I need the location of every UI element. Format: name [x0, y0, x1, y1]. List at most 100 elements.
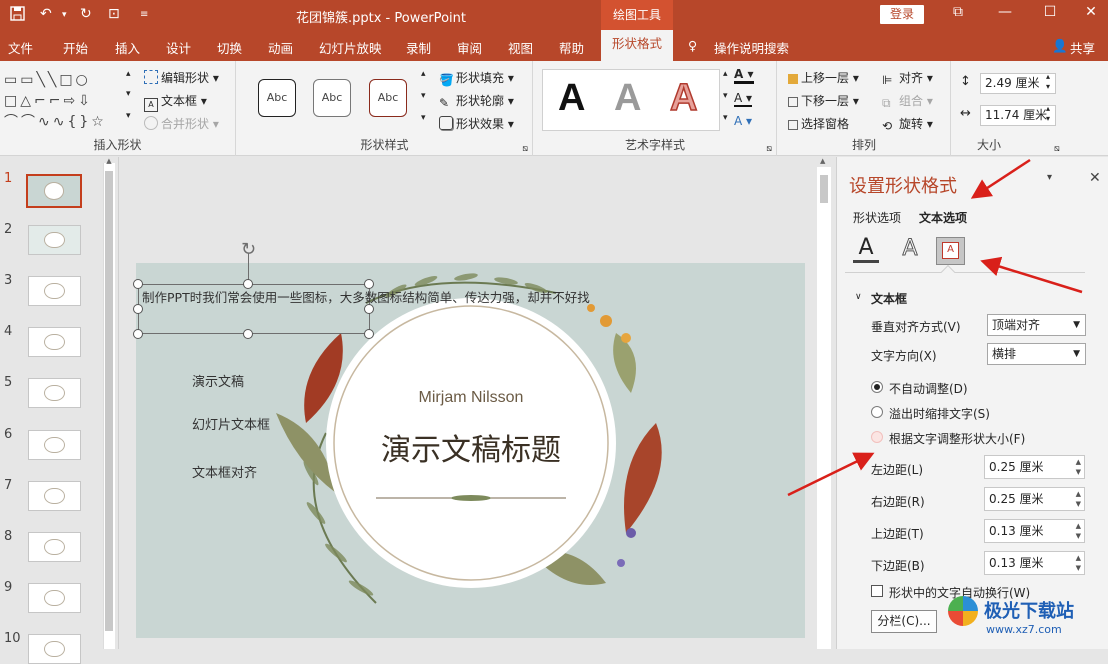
resize-handle-right[interactable]: [364, 304, 374, 314]
spinner-icon[interactable]: ▲ ▼: [1076, 553, 1081, 573]
text-box-button[interactable]: A 文本框 ▾: [144, 92, 207, 112]
slide-list-item-3[interactable]: 文本框对齐: [192, 462, 257, 481]
wordart-style-red[interactable]: A: [669, 76, 698, 120]
merge-shapes-button[interactable]: 合并形状 ▾: [144, 115, 219, 132]
style-gallery-up-icon[interactable]: ▴: [421, 69, 426, 79]
resize-handle-bottom[interactable]: [243, 329, 253, 339]
slide-title[interactable]: 演示文稿标题: [350, 425, 592, 469]
resize-handle-top-left[interactable]: [133, 279, 143, 289]
edit-shape-button[interactable]: 编辑形状 ▾: [144, 69, 219, 86]
save-icon[interactable]: [10, 6, 25, 25]
wordart-gallery-more-icon[interactable]: ▾: [723, 113, 728, 123]
radio-no-autofit-label[interactable]: 不自动调整(D): [889, 380, 968, 397]
tab-file[interactable]: 文件: [8, 38, 33, 57]
customize-toolbar-icon[interactable]: ≡: [140, 9, 148, 20]
vertical-alignment-select[interactable]: 顶端对齐 ▼: [987, 314, 1086, 336]
text-fill-outline-icon[interactable]: A: [853, 237, 879, 263]
align-button[interactable]: ⊫ 对齐 ▾: [882, 69, 933, 87]
tell-me-search[interactable]: 操作说明搜索: [714, 38, 789, 57]
scroll-up-icon[interactable]: ▲: [104, 157, 114, 165]
minimize-icon[interactable]: —: [990, 4, 1020, 20]
tab-insert[interactable]: 插入: [115, 38, 140, 57]
shape-width-input[interactable]: 11.74 厘米: [980, 105, 1056, 126]
section-text-box[interactable]: 文本框: [871, 290, 907, 307]
spinner-icon[interactable]: ▲ ▼: [1076, 489, 1081, 509]
wordart-style-gray[interactable]: A: [614, 77, 641, 120]
text-outline-button[interactable]: A ▾: [734, 91, 753, 107]
tab-shape-options[interactable]: 形状选项: [853, 209, 901, 226]
height-spinner-icon[interactable]: ▴ ▾: [1046, 72, 1050, 92]
resize-handle-bottom-left[interactable]: [133, 329, 143, 339]
gallery-down-icon[interactable]: ▾: [126, 89, 131, 99]
tab-transitions[interactable]: 切换: [217, 38, 242, 57]
resize-handle-bottom-right[interactable]: [364, 329, 374, 339]
tab-home[interactable]: 开始: [63, 38, 88, 57]
resize-handle-top-right[interactable]: [364, 279, 374, 289]
tab-design[interactable]: 设计: [166, 38, 191, 57]
undo-icon[interactable]: ↶: [40, 6, 52, 22]
resize-handle-left[interactable]: [133, 304, 143, 314]
redo-icon[interactable]: ↻: [80, 6, 92, 22]
shape-effects-button[interactable]: 形状效果 ▾: [439, 115, 514, 132]
slide-list-item-2[interactable]: 幻灯片文本框: [192, 414, 270, 433]
canvas-scroll-up-icon[interactable]: ▲: [820, 157, 825, 165]
text-fill-button[interactable]: A ▾: [734, 67, 754, 84]
style-gallery-more-icon[interactable]: ▾: [421, 113, 426, 123]
shape-height-input[interactable]: 2.49 厘米: [980, 73, 1056, 94]
thumbnail-scroll-thumb[interactable]: [105, 171, 113, 631]
gallery-more-icon[interactable]: ▾: [126, 111, 131, 121]
slide-thumbnail[interactable]: [28, 327, 81, 357]
slide-thumbnail[interactable]: [26, 174, 82, 208]
shape-style-2[interactable]: Abc: [313, 79, 351, 117]
size-dialog-launcher-icon[interactable]: ⧅: [1054, 144, 1060, 154]
radio-resize-shape[interactable]: [871, 431, 883, 443]
left-margin-input[interactable]: 0.25 厘米 ▲ ▼: [984, 455, 1085, 479]
radio-shrink-label[interactable]: 溢出时缩排文字(S): [889, 405, 990, 422]
radio-shrink-on-overflow[interactable]: [871, 406, 883, 418]
columns-button[interactable]: 分栏(C)...: [871, 610, 937, 633]
text-box-content[interactable]: 制作PPT时我们常会使用一些图标，大多数图标结构简单、传达力强，却并不好找: [142, 287, 612, 306]
rotate-button[interactable]: ⟲ 旋转 ▾: [882, 115, 933, 133]
tab-record[interactable]: 录制: [406, 38, 431, 57]
shape-gallery[interactable]: ▭▭╲╲□○ □△⌐⌐⇨⇩ ⌒⌒∿∿{}☆: [4, 70, 124, 130]
present-from-start-icon[interactable]: ⊡: [108, 6, 120, 22]
tab-text-options[interactable]: 文本选项: [919, 209, 967, 226]
slide-thumbnail[interactable]: [28, 276, 81, 306]
top-margin-input[interactable]: 0.13 厘米 ▲ ▼: [984, 519, 1085, 543]
rotate-handle-icon[interactable]: ↻: [241, 239, 256, 260]
slide-thumbnail[interactable]: [28, 583, 81, 613]
collapse-chevron-icon[interactable]: ∨: [855, 292, 862, 302]
wrap-text-checkbox[interactable]: [871, 585, 883, 597]
text-effects-button[interactable]: A ▾: [734, 114, 752, 128]
style-gallery-down-icon[interactable]: ▾: [421, 91, 426, 101]
pane-close-icon[interactable]: ✕: [1089, 170, 1101, 186]
group-button[interactable]: ⧉ 组合 ▾: [882, 92, 933, 110]
send-backward-button[interactable]: 下移一层 ▾: [788, 92, 859, 109]
slide-list-item-1[interactable]: 演示文稿: [192, 371, 244, 390]
spinner-icon[interactable]: ▲ ▼: [1076, 521, 1081, 541]
canvas-scrollbar[interactable]: [817, 167, 831, 649]
wordart-gallery-up-icon[interactable]: ▴: [723, 69, 728, 79]
right-margin-input[interactable]: 0.25 厘米 ▲ ▼: [984, 487, 1085, 511]
shape-outline-button[interactable]: ✎ 形状轮廓 ▾: [439, 92, 514, 110]
text-effects-icon[interactable]: A: [897, 236, 923, 263]
tab-help[interactable]: 帮助: [559, 38, 584, 57]
dialog-launcher-icon[interactable]: ⧅: [522, 144, 528, 154]
shape-fill-button[interactable]: 🪣 形状填充 ▾: [439, 69, 514, 87]
slide-thumbnail[interactable]: [28, 481, 81, 511]
close-window-icon[interactable]: ✕: [1076, 4, 1106, 20]
wordart-style-black[interactable]: A: [558, 77, 585, 120]
wordart-gallery-down-icon[interactable]: ▾: [723, 91, 728, 101]
bottom-margin-input[interactable]: 0.13 厘米 ▲ ▼: [984, 551, 1085, 575]
bring-forward-button[interactable]: 上移一层 ▾: [788, 69, 859, 86]
tab-shape-format[interactable]: 形状格式: [601, 30, 673, 61]
radio-resize-label[interactable]: 根据文字调整形状大小(F): [889, 430, 1025, 447]
radio-no-autofit[interactable]: [871, 381, 883, 393]
ribbon-display-options-icon[interactable]: ⧉: [943, 4, 973, 20]
tab-review[interactable]: 审阅: [457, 38, 482, 57]
slide-thumbnail[interactable]: [28, 430, 81, 460]
shape-style-1[interactable]: Abc: [258, 79, 296, 117]
tab-slideshow[interactable]: 幻灯片放映: [319, 38, 382, 57]
canvas-scroll-thumb[interactable]: [820, 175, 828, 203]
shape-style-3[interactable]: Abc: [369, 79, 407, 117]
